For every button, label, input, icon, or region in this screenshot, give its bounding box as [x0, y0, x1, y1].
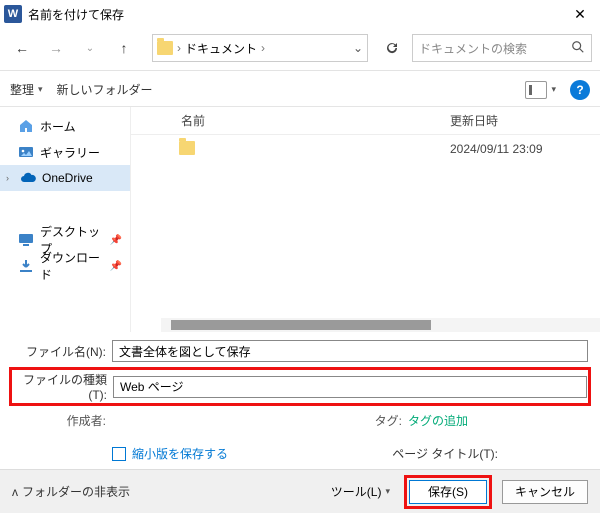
chevron-right-icon: ›: [177, 41, 181, 55]
search-placeholder: ドキュメントの検索: [419, 40, 527, 57]
search-icon: [571, 40, 585, 57]
pin-icon: 📌: [110, 235, 122, 246]
folder-icon: [157, 41, 173, 55]
file-list: 名前 更新日時 2024/09/11 23:09: [131, 107, 600, 332]
forward-icon[interactable]: →: [42, 34, 70, 62]
breadcrumb-segment[interactable]: ドキュメント: [185, 40, 257, 57]
filetype-label: ファイルの種類(T):: [13, 371, 113, 402]
save-highlight: 保存(S): [404, 475, 492, 509]
new-folder-button[interactable]: 新しいフォルダー: [57, 81, 153, 98]
hide-folders-toggle[interactable]: ʌ フォルダーの非表示: [12, 483, 130, 500]
sidebar: ホーム ギャラリー › OneDrive デスクトップ 📌 ダウンロード 📌: [0, 107, 131, 332]
view-mode-button[interactable]: ▾: [525, 81, 556, 99]
page-title-label: ページ タイトル(T):: [392, 445, 498, 462]
breadcrumb[interactable]: › ドキュメント › ⌄: [152, 34, 368, 62]
pin-icon: 📌: [110, 261, 122, 272]
view-icon: [525, 81, 547, 99]
search-input[interactable]: ドキュメントの検索: [412, 34, 592, 62]
filetype-select[interactable]: [113, 376, 587, 398]
recent-chevron-icon[interactable]: ⌄: [76, 34, 104, 62]
up-icon[interactable]: ↑: [110, 34, 138, 62]
tools-menu[interactable]: ツール(L) ▾: [331, 483, 390, 500]
back-icon[interactable]: ←: [8, 34, 36, 62]
home-icon: [18, 118, 34, 134]
save-button[interactable]: 保存(S): [409, 480, 487, 504]
word-app-icon: W: [4, 5, 22, 23]
organize-menu[interactable]: 整理 ▾: [10, 81, 43, 98]
thumbnail-checkbox[interactable]: [112, 447, 126, 461]
close-icon[interactable]: ✕: [560, 0, 600, 28]
chevron-right-icon: ›: [261, 41, 265, 55]
chevron-up-icon: ʌ: [12, 485, 18, 499]
chevron-right-icon[interactable]: ›: [6, 173, 14, 183]
table-row[interactable]: 2024/09/11 23:09: [131, 135, 600, 163]
help-icon[interactable]: ?: [570, 80, 590, 100]
chevron-down-icon: ▾: [385, 486, 390, 497]
horizontal-scrollbar[interactable]: [161, 318, 600, 332]
desktop-icon: [18, 232, 34, 248]
refresh-icon[interactable]: [378, 34, 406, 62]
sidebar-item-home[interactable]: ホーム: [0, 113, 130, 139]
sidebar-item-downloads[interactable]: ダウンロード 📌: [0, 253, 130, 279]
filename-input[interactable]: [112, 340, 588, 362]
column-header-modified[interactable]: 更新日時: [450, 112, 600, 129]
chevron-down-icon[interactable]: ⌄: [353, 41, 363, 55]
file-date: 2024/09/11 23:09: [450, 142, 600, 156]
column-header-name[interactable]: 名前: [131, 112, 450, 129]
filename-label: ファイル名(N):: [12, 343, 112, 360]
chevron-down-icon: ▾: [551, 84, 556, 95]
gallery-icon: [18, 144, 34, 160]
sidebar-item-onedrive[interactable]: › OneDrive: [0, 165, 130, 191]
tag-add-link[interactable]: タグの追加: [408, 412, 468, 429]
chevron-down-icon: ▾: [38, 84, 43, 95]
scrollbar-thumb[interactable]: [171, 320, 431, 330]
thumbnail-checkbox-label[interactable]: 縮小版を保存する: [132, 445, 228, 462]
tag-label: タグ:: [375, 412, 402, 429]
cloud-icon: [20, 170, 36, 186]
sidebar-item-gallery[interactable]: ギャラリー: [0, 139, 130, 165]
filetype-highlight: ファイルの種類(T):: [9, 367, 591, 406]
window-title: 名前を付けて保存: [28, 6, 560, 23]
author-label: 作成者:: [12, 412, 112, 429]
folder-icon: [179, 141, 197, 157]
cancel-button[interactable]: キャンセル: [502, 480, 588, 504]
download-icon: [18, 258, 34, 274]
